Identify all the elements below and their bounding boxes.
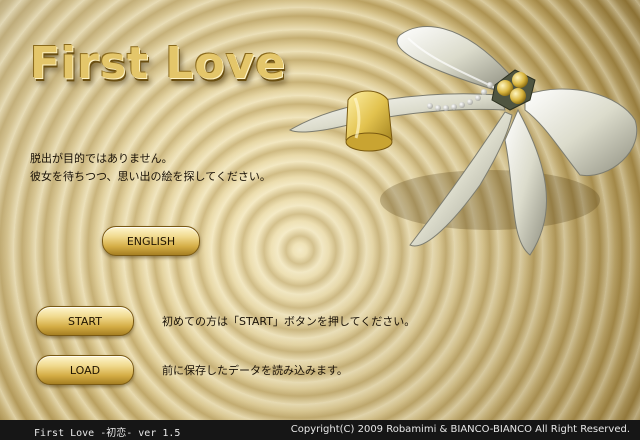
intro-line-2: 彼女を待ちつつ、思い出の絵を探してください。 <box>30 170 271 183</box>
ribbon-bell-illustration <box>288 25 638 256</box>
copyright-text: Copyright(C) 2009 Robamimi & BIANCO-BIAN… <box>290 424 630 435</box>
english-button[interactable]: ENGLISH <box>102 226 200 256</box>
start-description: 初めての方は「START」ボタンを押してください。 <box>162 315 416 328</box>
load-description: 前に保存したデータを読み込みます。 <box>162 364 348 377</box>
intro-line-1: 脱出が目的ではありません。 <box>30 152 173 165</box>
title-screen-background: First Love 脱出が目的ではありません。 彼女を待ちつつ、思い出の絵を探… <box>0 0 640 420</box>
load-button[interactable]: LOAD <box>36 355 134 385</box>
game-title: First Love <box>30 38 287 89</box>
version-text: First Love -初恋- ver 1.5 <box>34 428 181 439</box>
start-button[interactable]: START <box>36 306 134 336</box>
footer-bar: First Love -初恋- ver 1.5 Copyright(C) 200… <box>0 420 640 440</box>
